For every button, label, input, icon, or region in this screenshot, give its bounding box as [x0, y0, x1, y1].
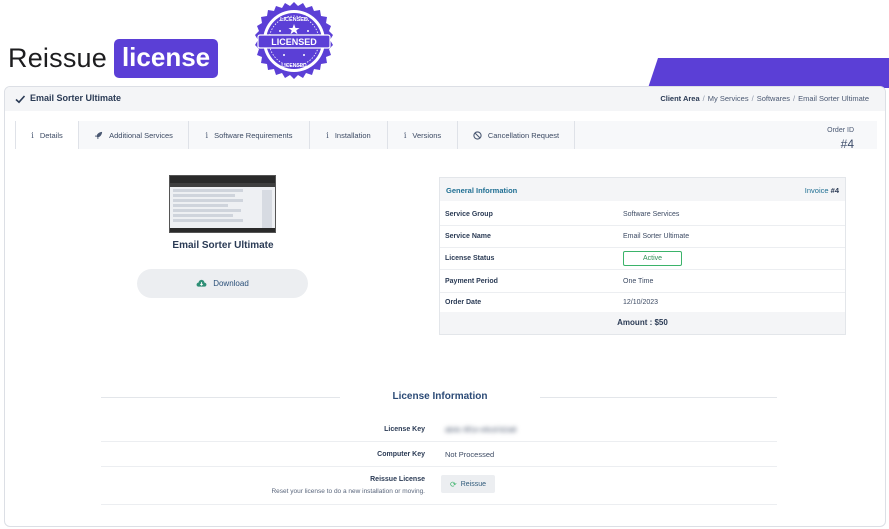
promo-title-word: Reissue [8, 42, 107, 73]
tab-software-requirements[interactable]: i Software Requirements [189, 121, 310, 149]
seal-center-text: LICENSED [271, 37, 317, 47]
breadcrumb: Client Area / My Services / Softwares / Email … [660, 94, 869, 103]
tab-additional-services-label: Additional Services [109, 130, 173, 140]
order-id-number: #4 [840, 137, 854, 151]
tab-details-label: Details [39, 130, 63, 140]
download-button-label: Download [213, 279, 249, 288]
download-button[interactable]: Download [137, 269, 308, 298]
reissue-license-label: Reissue License [370, 476, 425, 483]
amount-total: Amount : $50 [440, 312, 845, 334]
info-label: Order Date [445, 299, 482, 306]
reissue-license-row: Reissue License Reset your license to do… [101, 467, 777, 505]
info-icon: i [205, 130, 209, 140]
status-badge: Active [623, 251, 682, 266]
info-row-payment-period: Payment Period One Time [440, 271, 845, 293]
seal-top-text: LICENSED [280, 17, 308, 23]
breadcrumb-client-area[interactable]: Client Area [660, 94, 699, 103]
license-key-value: ab4c-9f1e-e6cd-b2a8 [445, 425, 517, 434]
computer-key-label: Computer Key [377, 451, 425, 458]
tab-details[interactable]: i Details [15, 121, 79, 149]
product-screenshot [169, 175, 276, 233]
tab-installation[interactable]: i Installation [310, 121, 388, 149]
order-id-label: Order ID [827, 127, 854, 134]
product-caption: Email Sorter Ultimate [172, 240, 274, 251]
promo-title-badge: license [113, 38, 219, 78]
info-label: Payment Period [445, 278, 498, 285]
tab-cancellation-request-label: Cancellation Request [487, 130, 560, 140]
general-information-header: General Information Invoice #4 [440, 178, 845, 201]
licensed-seal-icon: LICENSED LICENSED LICENSED [255, 2, 333, 79]
info-icon: i [403, 130, 407, 140]
check-icon [15, 95, 26, 104]
reissue-license-description: Reset your license to do a new installat… [271, 488, 425, 495]
invoice-label: Invoice [804, 186, 829, 195]
info-row-service-name: Service Name Email Sorter Ultimate [440, 226, 845, 248]
info-label: Service Group [445, 211, 493, 218]
general-information-title: General Information [446, 186, 518, 195]
info-row-service-group: Service Group Software Services [440, 204, 845, 226]
info-label: Service Name [445, 233, 491, 240]
tab-additional-services[interactable]: Additional Services [79, 121, 189, 149]
rocket-icon [94, 131, 103, 139]
reissue-button[interactable]: ⟳ Reissue [441, 475, 495, 493]
ban-icon [473, 130, 482, 140]
product-title: Email Sorter Ultimate [30, 93, 122, 103]
license-information-title: License Information [340, 391, 540, 402]
license-key-row: License Key ab4c-9f1e-e6cd-b2a8 [101, 417, 777, 442]
breadcrumb-current: Email Sorter Ultimate [798, 94, 869, 103]
tab-cancellation-request[interactable]: Cancellation Request [458, 121, 575, 149]
info-value: 12/10/2023 [623, 299, 659, 306]
info-row-license-status: License Status Active [440, 248, 845, 270]
info-row-order-date: Order Date 12/10/2023 [440, 292, 845, 314]
reissue-button-label: Reissue [460, 480, 486, 488]
promo-title: Reissue license [8, 38, 219, 78]
breadcrumb-my-services[interactable]: My Services [708, 94, 749, 103]
tab-versions[interactable]: i Versions [388, 121, 458, 149]
decorative-stripe [648, 58, 889, 88]
tab-bar: i Details Additional Services i Software… [15, 121, 877, 149]
info-icon: i [326, 130, 329, 140]
tab-versions-label: Versions [412, 130, 442, 140]
invoice-link[interactable]: Invoice #4 [805, 186, 839, 195]
info-value: One Time [623, 278, 654, 285]
general-information-panel: General Information Invoice #4 Service G… [439, 177, 846, 335]
info-label: License Status [445, 255, 495, 262]
breadcrumb-softwares[interactable]: Softwares [757, 94, 790, 103]
license-key-label: License Key [384, 426, 425, 433]
info-value: Software Services [623, 211, 680, 218]
info-icon: i [31, 130, 34, 140]
computer-key-row: Computer Key Not Processed [101, 442, 777, 467]
computer-key-value: Not Processed [445, 450, 495, 459]
tab-installation-label: Installation [334, 130, 371, 140]
card-header: Email Sorter Ultimate Client Area / My Ser… [5, 87, 885, 111]
tab-software-requirements-label: Software Requirements [214, 130, 293, 140]
seal-bottom-text: LICENSED [281, 63, 307, 69]
service-card: Email Sorter Ultimate Client Area / My Ser… [4, 86, 886, 527]
invoice-number: #4 [830, 186, 839, 195]
refresh-icon: ⟳ [450, 479, 457, 489]
cloud-download-icon [196, 279, 207, 287]
info-value: Email Sorter Ultimate [623, 233, 690, 240]
